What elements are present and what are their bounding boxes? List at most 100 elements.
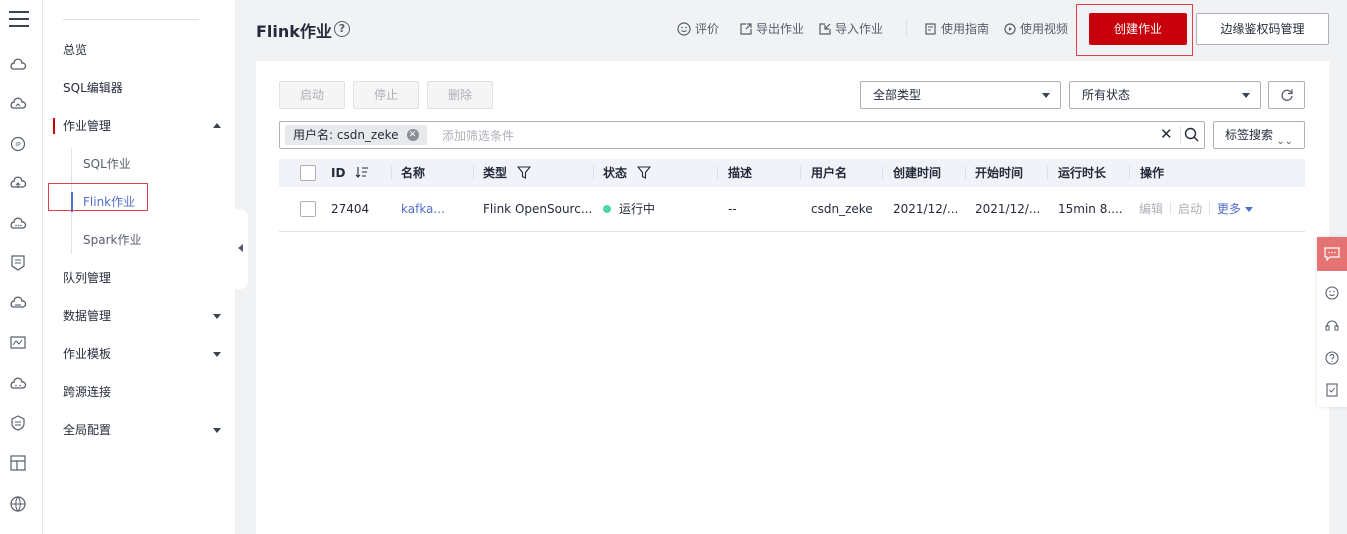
col-start-time: 开始时间 [975, 166, 1024, 180]
nav-item-job-templates[interactable]: 作业模板 [63, 344, 111, 364]
cell-type: Flink OpenSourc... [483, 202, 593, 216]
cloud-upload-icon[interactable] [9, 175, 27, 193]
page-title: Flink作业 [256, 22, 332, 41]
feedback-chat-button[interactable] [1317, 237, 1347, 271]
play-circle-icon [1004, 22, 1016, 35]
expand-caret-icon[interactable] [213, 428, 221, 433]
nav-active-marker [53, 118, 55, 134]
ip-icon[interactable]: IP [9, 135, 27, 153]
col-type[interactable]: 类型 [483, 159, 532, 187]
user-guide-button[interactable]: 使用指南 [925, 20, 989, 37]
status-select[interactable]: 所有状态 [1069, 81, 1261, 109]
smiley-icon[interactable] [1325, 286, 1339, 300]
create-job-button[interactable]: 创建作业 [1089, 13, 1187, 45]
side-nav: 总览 SQL编辑器 作业管理 SQL作业 Flink作业 Spark作业 队列管… [43, 0, 235, 534]
guide-label: 使用指南 [941, 22, 990, 36]
globe-icon[interactable] [9, 495, 27, 513]
start-action[interactable]: 启动 [1178, 202, 1202, 216]
import-jobs-button[interactable]: 导入作业 [819, 20, 883, 37]
col-description: 描述 [728, 166, 753, 180]
cloud-dots-icon[interactable] [9, 294, 27, 312]
filter-chip: 用户名: csdn_zeke ✕ [285, 125, 427, 145]
smiley-icon [677, 21, 691, 36]
edge-auth-code-button[interactable]: 边缘鉴权码管理 [1196, 13, 1329, 45]
export-jobs-button[interactable]: 导出作业 [740, 20, 804, 37]
cloud-chat-icon[interactable] [9, 375, 27, 393]
col-status[interactable]: 状态 [603, 159, 652, 187]
export-icon [740, 22, 752, 35]
floating-help-bar [1317, 237, 1347, 407]
remove-chip-icon[interactable]: ✕ [406, 129, 419, 141]
job-list-card: 启动 停止 删除 全部类型 所有状态 用户名: csdn_zeke ✕ 添加筛选… [256, 61, 1329, 534]
cloud-service-icon[interactable] [9, 57, 27, 75]
cell-id: 27404 [331, 202, 370, 216]
nav-item-data-management[interactable]: 数据管理 [63, 306, 111, 326]
cell-status: 运行中 [603, 187, 655, 231]
question-icon[interactable] [1325, 351, 1339, 365]
cell-actions: 编辑 启动 更多 [1139, 187, 1254, 231]
sort-icon[interactable] [355, 166, 368, 178]
delete-button[interactable]: 删除 [427, 81, 493, 109]
video-button[interactable]: 使用视频 [1004, 20, 1068, 37]
help-icon[interactable]: ? [334, 21, 350, 37]
nav-item-sql-jobs[interactable]: SQL作业 [83, 154, 131, 174]
monitor-graph-icon[interactable] [9, 334, 27, 352]
svg-text:IP: IP [15, 142, 21, 149]
nav-item-spark-jobs[interactable]: Spark作业 [83, 230, 141, 250]
col-id[interactable]: ID [331, 159, 368, 187]
import-label: 导入作业 [835, 22, 884, 36]
icon-rail: IP [0, 0, 43, 534]
dashboard-layout-icon[interactable] [9, 454, 27, 472]
refresh-icon [1280, 89, 1293, 101]
double-chevron-down-icon: ⌄⌄ [1276, 136, 1293, 147]
expand-caret-icon[interactable] [213, 352, 221, 357]
status-select-value: 所有状态 [1082, 88, 1131, 102]
nav-item-cross-source[interactable]: 跨源连接 [63, 382, 111, 402]
nav-item-queue-management[interactable]: 队列管理 [63, 268, 111, 288]
clear-filter-icon[interactable]: ✕ [1160, 125, 1173, 143]
filter-funnel-icon[interactable] [517, 166, 532, 179]
cell-name-link[interactable]: kafka... [401, 187, 445, 231]
filter-placeholder[interactable]: 添加筛选条件 [442, 127, 514, 144]
collapse-sidebar-toggle[interactable] [235, 209, 248, 289]
filter-divider [1180, 126, 1181, 144]
stop-button[interactable]: 停止 [353, 81, 419, 109]
filter-bar[interactable]: 用户名: csdn_zeke ✕ 添加筛选条件 ✕ [279, 121, 1205, 149]
col-duration: 运行时长 [1058, 166, 1107, 180]
video-label: 使用视频 [1020, 22, 1069, 36]
start-button[interactable]: 启动 [279, 81, 345, 109]
row-checkbox[interactable] [300, 201, 316, 217]
nav-item-global-config[interactable]: 全局配置 [63, 420, 111, 440]
export-label: 导出作业 [756, 22, 805, 36]
database-shield-icon[interactable] [9, 414, 27, 432]
filter-funnel-icon[interactable] [637, 166, 652, 179]
expand-caret-icon[interactable] [213, 314, 221, 319]
nav-divider [63, 19, 199, 20]
cloud-monitor-icon[interactable] [9, 96, 27, 114]
cell-created-time: 2021/12/... [893, 202, 959, 216]
toolbar-separator [906, 20, 907, 36]
nav-item-sql-editor[interactable]: SQL编辑器 [63, 78, 123, 98]
nav-item-job-management[interactable]: 作业管理 [63, 116, 111, 136]
cloud-more-icon[interactable] [9, 215, 27, 233]
headset-icon[interactable] [1325, 319, 1339, 333]
collapse-caret-icon[interactable] [213, 123, 221, 128]
search-icon[interactable] [1184, 127, 1199, 142]
edit-action[interactable]: 编辑 [1139, 202, 1163, 216]
tag-search-label: 标签搜索 [1225, 128, 1274, 142]
table-row: 27404 kafka... Flink OpenSourc... 运行中 --… [279, 187, 1305, 232]
hamburger-menu-icon[interactable] [9, 11, 29, 29]
shield-list-icon[interactable] [9, 254, 27, 272]
rate-button[interactable]: 评价 [677, 20, 719, 37]
checklist-icon[interactable] [1325, 383, 1339, 397]
select-all-checkbox[interactable] [300, 165, 316, 181]
table-header: ID 名称 类型 状态 描述 用户名 创建时间 开始时间 运行时长 操作 [279, 159, 1305, 187]
col-username: 用户名 [811, 166, 848, 180]
tag-search-button[interactable]: 标签搜索 ⌄⌄ [1213, 121, 1305, 149]
refresh-button[interactable] [1268, 81, 1305, 109]
nav-item-overview[interactable]: 总览 [63, 40, 87, 60]
col-created-time: 创建时间 [893, 166, 942, 180]
more-action[interactable]: 更多 [1217, 202, 1254, 216]
col-name: 名称 [401, 166, 426, 180]
type-select[interactable]: 全部类型 [860, 81, 1061, 109]
